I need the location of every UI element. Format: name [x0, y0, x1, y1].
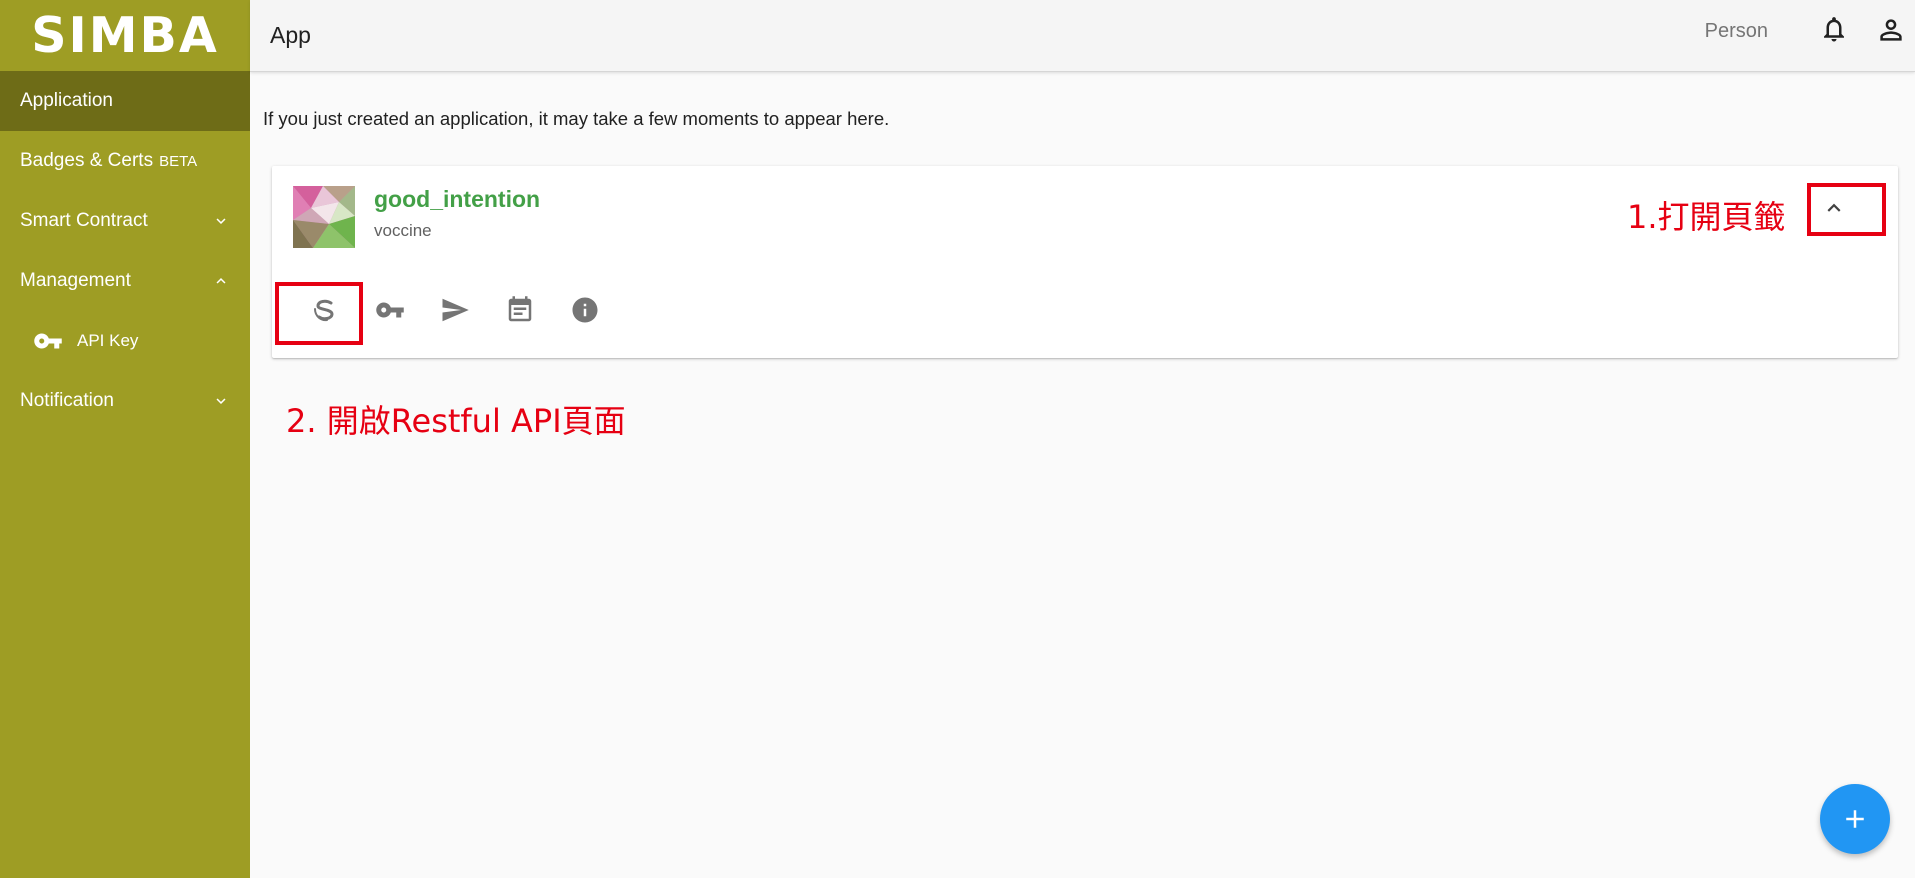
app-header: App Person: [250, 0, 1915, 72]
user-name[interactable]: Person: [1705, 20, 1768, 43]
sidebar-item-label: Notification: [20, 390, 114, 411]
info-button[interactable]: [552, 288, 617, 332]
app-name[interactable]: good_intention: [374, 186, 540, 213]
sidebar: SIMBA Application Badges & Certs BETA Sm…: [0, 0, 250, 878]
info-icon: [572, 297, 597, 323]
calendar-button[interactable]: [487, 288, 552, 332]
chevron-down-icon: [216, 218, 226, 224]
bell-icon[interactable]: [1819, 14, 1849, 44]
key-icon: [34, 333, 62, 349]
page-title: App: [270, 22, 311, 48]
sidebar-item-label: API Key: [77, 331, 139, 350]
add-application-fab[interactable]: [1820, 784, 1890, 854]
sidebar-item-label: Smart Contract: [20, 210, 148, 231]
app-subtitle: voccine: [374, 221, 432, 240]
chevron-up-icon: [216, 278, 226, 284]
highlight-box-restful-api: [275, 282, 363, 345]
sidebar-item-management[interactable]: Management: [0, 251, 250, 311]
annotation-step-1: 1.打開頁籤: [1627, 198, 1786, 236]
sidebar-item-label: Application: [20, 90, 113, 111]
sidebar-item-label: Badges & Certs: [20, 150, 154, 171]
beta-badge: BETA: [159, 152, 198, 170]
plus-icon: [1846, 810, 1864, 828]
key-icon: [375, 302, 404, 318]
annotation-step-2: 2. 開啟Restful API頁面: [286, 402, 626, 440]
sidebar-item-smart-contract[interactable]: Smart Contract: [0, 191, 250, 251]
api-key-button[interactable]: [357, 288, 422, 332]
sidebar-item-badges-certs[interactable]: Badges & Certs BETA: [0, 131, 250, 191]
account-icon[interactable]: [1875, 14, 1907, 46]
sidebar-item-api-key[interactable]: API Key: [0, 311, 250, 371]
sidebar-item-application[interactable]: Application: [0, 71, 250, 131]
sidebar-item-notification[interactable]: Notification: [0, 371, 250, 431]
calendar-icon: [508, 296, 531, 322]
send-button[interactable]: [422, 288, 487, 332]
sidebar-item-label: Management: [20, 270, 131, 291]
chevron-down-icon: [216, 398, 226, 404]
info-message: If you just created an application, it m…: [263, 108, 890, 129]
send-icon: [442, 298, 469, 322]
highlight-box-expand: [1807, 183, 1886, 236]
simba-logo[interactable]: SIMBA: [0, 0, 250, 71]
app-avatar: [293, 186, 355, 248]
